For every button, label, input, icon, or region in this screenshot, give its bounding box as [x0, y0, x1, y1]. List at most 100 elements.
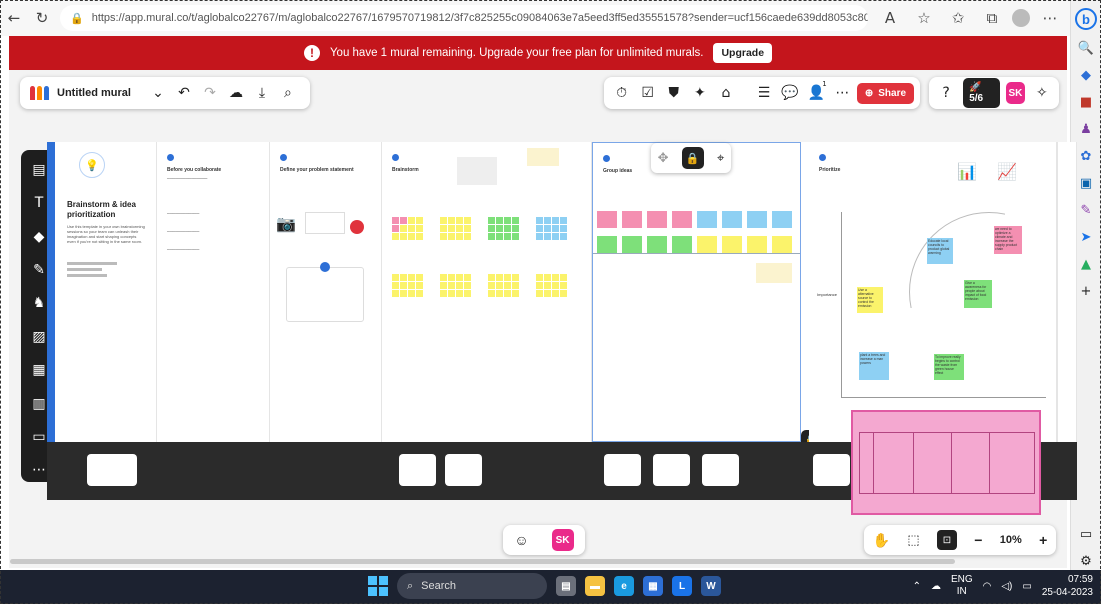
sticky-note[interactable]	[722, 236, 742, 253]
timer-icon[interactable]: ⏱	[610, 80, 633, 106]
refresh-icon[interactable]: ↻	[28, 4, 56, 32]
add-favorite-icon[interactable]: ☆	[910, 4, 938, 32]
zoom-in-button[interactable]: +	[1039, 532, 1047, 548]
sticky-note[interactable]	[622, 236, 642, 253]
focus-icon[interactable]: ⌖	[717, 150, 724, 166]
upgrade-button[interactable]: Upgrade	[713, 43, 773, 63]
select-icon[interactable]: ⬚	[907, 532, 919, 548]
office-icon[interactable]: ✿	[1077, 147, 1095, 165]
store-icon[interactable]: ▦	[643, 576, 663, 596]
move-icon[interactable]: ✥	[658, 150, 669, 166]
mural-canvas[interactable]: Untitled mural ⌄ ↶ ↷ ☁ ⤓ ⌕ ⏱ ☑ ⛊ ✦ ⌂ ☰ 💬…	[9, 70, 1077, 568]
voting-icon[interactable]: ☑	[636, 80, 659, 106]
slide-thumbnail[interactable]	[702, 454, 739, 486]
chevron-down-icon[interactable]: ⌄	[145, 80, 171, 106]
export-icon[interactable]: ⤓	[249, 80, 275, 106]
minimap[interactable]	[851, 410, 1041, 515]
chevron-up-icon[interactable]: ⌃	[913, 581, 921, 592]
battery-icon[interactable]: ▭	[1022, 581, 1031, 592]
horizontal-scrollbar[interactable]	[10, 559, 955, 564]
cloud-saved-icon[interactable]: ☁	[223, 80, 249, 106]
help-icon[interactable]: ?	[935, 80, 957, 106]
slide-thumbnail[interactable]	[653, 454, 690, 486]
sticky-note[interactable]: Give a awareness for people about impact…	[964, 280, 992, 308]
profile-icon[interactable]	[1012, 9, 1030, 27]
taskbar-search[interactable]: ⌕ Search	[397, 573, 547, 599]
split-screen-icon[interactable]: ▭	[1077, 525, 1095, 543]
sticky-note[interactable]	[772, 236, 792, 253]
members-icon[interactable]: 👤 1	[805, 80, 828, 106]
private-mode-icon[interactable]: ⛊	[662, 80, 685, 106]
zoom-level[interactable]: 10%	[1000, 534, 1022, 546]
sticky-note[interactable]	[622, 211, 642, 228]
back-icon[interactable]: ←	[0, 4, 28, 32]
read-aloud-icon[interactable]: A	[876, 4, 904, 32]
undo-icon[interactable]: ↶	[171, 80, 197, 106]
folder-icon[interactable]: ▬	[585, 576, 605, 596]
send-icon[interactable]: ➤	[1077, 228, 1095, 246]
sticky-note[interactable]: plant a trees and increase a man powers	[859, 352, 889, 380]
language-indicator[interactable]: ENG IN	[951, 574, 973, 598]
slide-thumbnail[interactable]	[87, 454, 137, 486]
slide-thumbnail[interactable]	[604, 454, 641, 486]
share-button[interactable]: ⊕ Share	[856, 82, 915, 104]
more-icon[interactable]: ⋯	[831, 80, 854, 106]
sticky-note[interactable]	[697, 211, 717, 228]
briefcase-icon[interactable]: ■	[1077, 93, 1095, 111]
sticky-note[interactable]	[672, 211, 692, 228]
tree-icon[interactable]: ▲	[1077, 255, 1095, 273]
sticky-note[interactable]	[722, 211, 742, 228]
mural-logo-icon[interactable]	[30, 86, 49, 100]
template-board[interactable]: 💡 Brainstorm & idea prioritization Use t…	[47, 142, 1077, 450]
lock-icon[interactable]: 🔒	[681, 147, 704, 169]
tag-icon[interactable]: ◆	[1077, 66, 1095, 84]
sticky-note[interactable]: To improve really begins to control the …	[934, 354, 964, 380]
windows-start-icon[interactable]	[368, 576, 388, 596]
lync-icon[interactable]: L	[672, 576, 692, 596]
sticky-note[interactable]	[772, 211, 792, 228]
sticky-note[interactable]: Use a alternative source to control the …	[857, 287, 883, 313]
file-manager-icon[interactable]: ▤	[556, 576, 576, 596]
weather-icon[interactable]: ☁	[931, 581, 941, 592]
outline-icon[interactable]: ☰	[752, 80, 775, 106]
emoji-icon[interactable]: ☺	[514, 532, 528, 548]
celebrate-icon[interactable]: ⌂	[714, 80, 737, 106]
clock[interactable]: 07:59 25-04-2023	[1042, 573, 1093, 599]
sticky-note[interactable]	[647, 236, 667, 253]
sticky-note[interactable]	[597, 211, 617, 228]
word-icon[interactable]: W	[701, 576, 721, 596]
bing-icon[interactable]: b	[1075, 8, 1097, 30]
slide-thumbnail[interactable]	[445, 454, 482, 486]
designer-icon[interactable]: ✎	[1077, 201, 1095, 219]
more-icon[interactable]: ⋯	[1036, 4, 1064, 32]
add-icon[interactable]: +	[1077, 282, 1095, 300]
sticky-note[interactable]	[672, 236, 692, 253]
slide-thumbnail[interactable]	[813, 454, 850, 486]
zoom-out-button[interactable]: −	[974, 532, 982, 548]
outlook-icon[interactable]: ▣	[1077, 174, 1095, 192]
collections-icon[interactable]: ⧉	[978, 4, 1006, 32]
map-icon[interactable]: ⊡	[936, 530, 957, 550]
sticky-note[interactable]	[597, 236, 617, 253]
user-avatar[interactable]: SK	[1006, 82, 1025, 104]
sticky-note[interactable]	[647, 211, 667, 228]
hand-icon[interactable]: ✋	[873, 532, 890, 549]
slide-thumbnail[interactable]	[399, 454, 436, 486]
laser-pointer-icon[interactable]: ✦	[688, 80, 711, 106]
wifi-icon[interactable]: ◠	[983, 581, 992, 592]
group-ideas-panel[interactable]: Group ideas ✥ 🔒 ⌖	[592, 142, 801, 442]
search-icon[interactable]: 🔍	[1077, 39, 1095, 57]
redo-icon[interactable]: ↷	[197, 80, 223, 106]
favorites-icon[interactable]: ✩	[944, 4, 972, 32]
user-avatar[interactable]: SK	[551, 529, 574, 551]
people-icon[interactable]: ♟	[1077, 120, 1095, 138]
onboarding-steps-button[interactable]: 🚀 5/6	[963, 78, 1001, 108]
sticky-note[interactable]	[747, 211, 767, 228]
sticky-note[interactable]	[697, 236, 717, 253]
edge-icon[interactable]: e	[614, 576, 634, 596]
settings-icon[interactable]: ⚙	[1077, 552, 1095, 570]
sticky-note[interactable]: Educate local councils to product global…	[927, 238, 953, 264]
sticky-note[interactable]: we need to optimize a climate and increa…	[994, 226, 1022, 254]
sticky-note[interactable]	[747, 236, 767, 253]
search-icon[interactable]: ⌕	[275, 80, 301, 106]
